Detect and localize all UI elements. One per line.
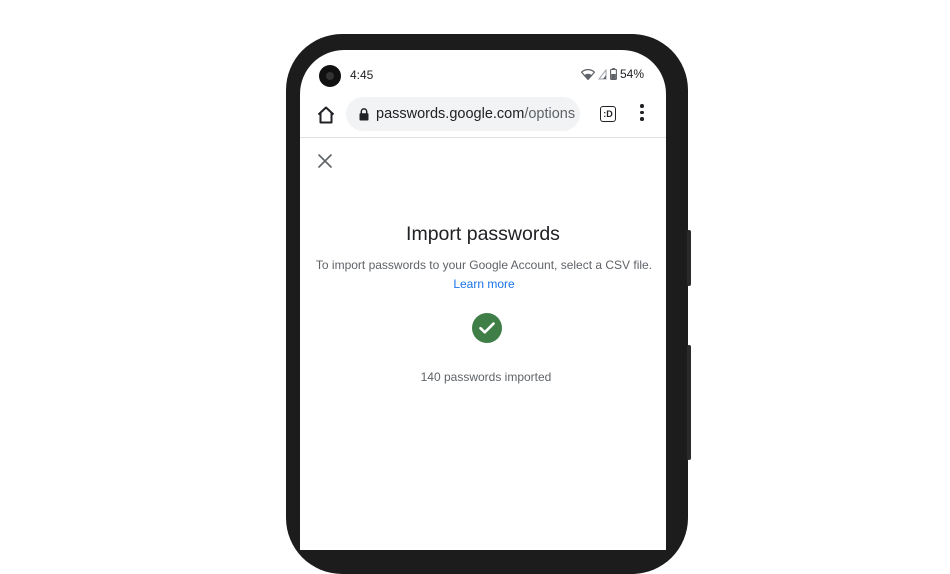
phone-power-button	[687, 345, 691, 460]
page-title: Import passwords	[406, 223, 560, 245]
close-icon[interactable]	[318, 154, 332, 168]
toolbar-divider	[300, 137, 666, 138]
learn-more-link[interactable]: Learn more	[453, 277, 514, 291]
browser-toolbar: passwords.google.com/options :D	[300, 94, 666, 138]
phone-volume-button	[687, 230, 691, 286]
phone-screen: 4:45 54% passwords.google.com/options:D…	[300, 50, 666, 550]
checkmark-icon	[479, 322, 495, 334]
signal-icon	[597, 68, 607, 79]
import-description: To import passwords to your Google Accou…	[314, 256, 654, 293]
battery-percent: 54%	[619, 67, 644, 81]
home-icon[interactable]	[315, 104, 337, 126]
more-vert-icon[interactable]	[639, 104, 645, 124]
front-camera	[319, 65, 341, 87]
check-circle-icon	[472, 313, 502, 343]
lock-icon[interactable]	[359, 107, 369, 121]
tabs-icon[interactable]: :D	[600, 106, 616, 122]
status-icons: 54%	[580, 67, 644, 81]
import-result: 140 passwords imported	[420, 370, 552, 384]
url-path: /options	[524, 106, 576, 122]
url-text: passwords.google.com/options	[376, 106, 575, 122]
description-text: To import passwords to your Google Accou…	[315, 258, 653, 272]
battery-icon	[610, 68, 617, 80]
status-time: 4:45	[350, 68, 374, 82]
wifi-icon	[580, 68, 595, 80]
url-host: passwords.google.com	[376, 106, 525, 122]
url-bar[interactable]: passwords.google.com/options	[346, 97, 580, 131]
